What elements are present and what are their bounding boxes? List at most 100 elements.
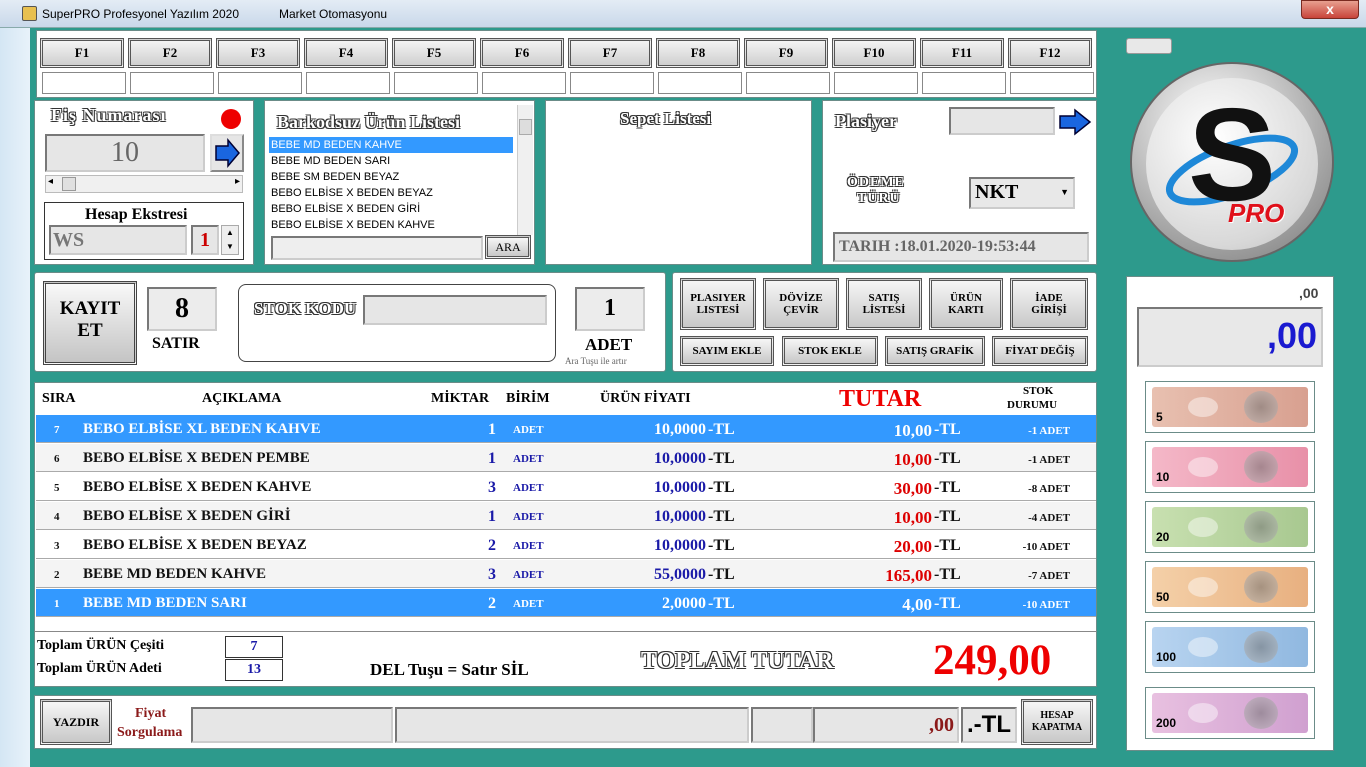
hesap-label: Hesap Ekstresi: [85, 206, 188, 223]
fis-next-button[interactable]: [210, 134, 244, 172]
fkey-f8-button[interactable]: F8: [656, 38, 740, 68]
cell-tl1: -TL: [708, 508, 735, 525]
odeme-select[interactable]: NKT ▼: [969, 177, 1075, 209]
fkey-f9-button[interactable]: F9: [744, 38, 828, 68]
fkey-f11-button[interactable]: F11: [920, 38, 1004, 68]
action-button-3[interactable]: SATIŞ LİSTESİ: [846, 278, 922, 330]
fkey-f7-field[interactable]: [570, 72, 654, 94]
scroll-right-icon[interactable]: ▸: [235, 176, 240, 187]
cell-tl1: -TL: [708, 595, 735, 612]
right-small-button[interactable]: [1126, 38, 1172, 54]
barkodsuz-list-item[interactable]: BEBO ELBİSE X BEDEN GİRİ: [269, 201, 513, 217]
plasiyer-arrow-icon[interactable]: [1057, 107, 1093, 137]
banknote-100-button[interactable]: 100: [1145, 621, 1315, 673]
fkey-f5-button[interactable]: F5: [392, 38, 476, 68]
action-button-row2-3[interactable]: SATIŞ GRAFİK: [885, 336, 985, 366]
table-row[interactable]: 2 BEBE MD BEDEN KAHVE 3 ADET 55,0000 -TL 165,0…: [36, 560, 1096, 588]
adet-label: ADET: [585, 335, 633, 354]
banknote-50-button[interactable]: 50: [1145, 561, 1315, 613]
stok-kodu-input[interactable]: [363, 295, 547, 325]
odeme-value: NKT: [975, 181, 1019, 203]
action-button-row2-4[interactable]: FİYAT DEĞİŞ: [992, 336, 1088, 366]
hesap-kapatma-label-2: KAPATMA: [1031, 722, 1083, 733]
adet-input[interactable]: 1: [575, 287, 645, 331]
kayit-et-button[interactable]: KAYIT ET: [43, 281, 137, 365]
fkey-f8-field[interactable]: [658, 72, 742, 94]
banknote-200-button[interactable]: 200: [1145, 687, 1315, 739]
table-row[interactable]: 6 BEBO ELBİSE X BEDEN PEMBE 1 ADET 10,0000 -T…: [36, 444, 1096, 472]
cell-tl1: -TL: [708, 479, 735, 496]
fkey-f12-field[interactable]: [1010, 72, 1094, 94]
hesap-count[interactable]: 1: [191, 225, 219, 255]
banknote-image-icon: 20: [1152, 507, 1308, 547]
fkey-f9-field[interactable]: [746, 72, 830, 94]
list-scroll-thumb[interactable]: [519, 119, 532, 135]
fkey-f1-field[interactable]: [42, 72, 126, 94]
action-button-5[interactable]: İADE GİRİŞİ: [1010, 278, 1088, 330]
fkey-f3-button[interactable]: F3: [216, 38, 300, 68]
cell-tl2: -TL: [934, 566, 961, 583]
cell-fiyat: 10,0000: [654, 450, 706, 467]
hesap-kapatma-button[interactable]: HESAP KAPATMA: [1021, 699, 1093, 745]
fkey-f6-field[interactable]: [482, 72, 566, 94]
fkey-f10-field[interactable]: [834, 72, 918, 94]
fkey-f10-button[interactable]: F10: [832, 38, 916, 68]
fkey-f1-button[interactable]: F1: [40, 38, 124, 68]
cell-aciklama: BEBO ELBİSE X BEDEN PEMBE: [83, 450, 310, 466]
close-button[interactable]: x: [1301, 0, 1359, 19]
fiyat-amount: ,00: [813, 707, 959, 743]
banknote-10-button[interactable]: 10: [1145, 441, 1315, 493]
portrait-icon: [1244, 571, 1278, 603]
table-row[interactable]: 3 BEBO ELBİSE X BEDEN BEYAZ 2 ADET 10,0000 -T…: [36, 531, 1096, 559]
fis-scrollbar[interactable]: ◂ ▸: [45, 175, 243, 193]
fis-number[interactable]: 10: [45, 134, 205, 172]
header-fiyat: ÜRÜN FİYATI: [600, 391, 691, 406]
yazdir-button[interactable]: YAZDIR: [40, 699, 112, 745]
list-scrollbar[interactable]: [517, 105, 533, 235]
toplam-tutar-label: TOPLAM TUTAR: [641, 648, 834, 674]
action-button-row2-2[interactable]: STOK EKLE: [782, 336, 878, 366]
banknote-5-button[interactable]: 5: [1145, 381, 1315, 433]
barkodsuz-search-input[interactable]: [271, 236, 483, 260]
scroll-left-icon[interactable]: ◂: [48, 176, 53, 187]
cell-fiyat: 10,0000: [654, 508, 706, 525]
fkey-f2-field[interactable]: [130, 72, 214, 94]
fkey-f3-field[interactable]: [218, 72, 302, 94]
banknote-value: 200: [1156, 716, 1177, 730]
barkodsuz-list-item[interactable]: BEBO ELBİSE X BEDEN KAHVE: [269, 217, 513, 233]
entry-panel: KAYIT ET 8 SATIR STOK KODU 1 ADET Ara Tu…: [34, 272, 666, 372]
fkey-f12-button[interactable]: F12: [1008, 38, 1092, 68]
fkey-f4-field[interactable]: [306, 72, 390, 94]
plasiyer-input[interactable]: [949, 107, 1055, 135]
barkodsuz-list-item[interactable]: BEBE SM BEDEN BEYAZ: [269, 169, 513, 185]
cell-fiyat: 2,0000: [662, 595, 706, 612]
table-row[interactable]: 7 BEBO ELBİSE XL BEDEN KAHVE 1 ADET 10,0000-…: [36, 415, 1096, 443]
cell-sira: 7: [54, 424, 60, 436]
barkodsuz-list-item[interactable]: BEBE MD BEDEN SARI: [269, 153, 513, 169]
fkey-f4-button[interactable]: F4: [304, 38, 388, 68]
fkey-f11-field[interactable]: [922, 72, 1006, 94]
fkey-f2-button[interactable]: F2: [128, 38, 212, 68]
fiyat-barkod-input[interactable]: [191, 707, 393, 743]
action-button-1[interactable]: PLASIYER LISTESİ: [680, 278, 756, 330]
sales-grid: SIRA AÇIKLAMA MİKTAR BİRİM ÜRÜN FİYATI T…: [34, 382, 1097, 632]
header-miktar: MİKTAR: [431, 391, 490, 406]
hesap-spinner[interactable]: ▲ ▼: [221, 225, 239, 255]
hesap-code[interactable]: WS: [49, 225, 187, 255]
action-button-row2-1[interactable]: SAYIM EKLE: [680, 336, 774, 366]
barkodsuz-list-item[interactable]: BEBE MD BEDEN KAHVE: [269, 137, 513, 153]
banknote-20-button[interactable]: 20: [1145, 501, 1315, 553]
scroll-thumb[interactable]: [62, 177, 76, 191]
fkey-f6-button[interactable]: F6: [480, 38, 564, 68]
action-button-4[interactable]: ÜRÜN KARTI: [929, 278, 1003, 330]
table-row[interactable]: 1 BEBE MD BEDEN SARI 2 ADET 2,0000 -TL 4,00 -TL…: [36, 589, 1096, 617]
ara-button[interactable]: ARA: [485, 235, 531, 259]
table-row[interactable]: 4 BEBO ELBİSE X BEDEN GİRİ 1 ADET 10,0000 -TL…: [36, 502, 1096, 530]
barkodsuz-list-item[interactable]: BEBO ELBİSE X BEDEN BEYAZ: [269, 185, 513, 201]
action-button-2[interactable]: DÖVİZE ÇEVİR: [763, 278, 839, 330]
cell-miktar: 2: [488, 595, 496, 612]
table-row[interactable]: 5 BEBO ELBİSE X BEDEN KAHVE 3 ADET 10,0000 -T…: [36, 473, 1096, 501]
fkey-f5-field[interactable]: [394, 72, 478, 94]
fkey-f7-button[interactable]: F7: [568, 38, 652, 68]
portrait-icon: [1244, 451, 1278, 483]
